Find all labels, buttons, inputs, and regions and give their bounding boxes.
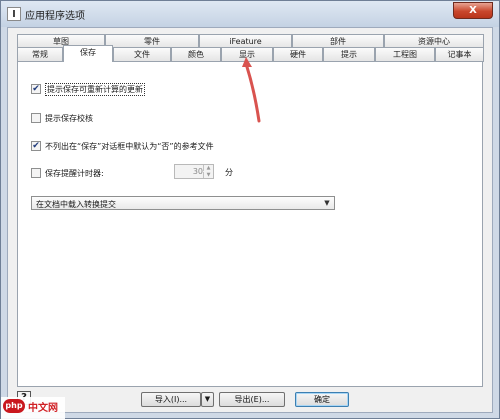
- save-tab-panel: [17, 61, 483, 387]
- watermark-text: 中文网: [28, 403, 58, 414]
- import-button[interactable]: 导入(I)...: [141, 392, 201, 407]
- tab-drawing[interactable]: 工程图: [375, 47, 435, 62]
- chevron-down-icon[interactable]: ▼: [322, 197, 332, 209]
- tab-prompts[interactable]: 提示: [323, 47, 375, 62]
- prompt-checkin-option[interactable]: 提示保存校核: [31, 112, 151, 126]
- application-options-window: I 应用程序选项 X 草图 零件 iFeature 部件 资源中心 常规 保存 …: [0, 0, 500, 419]
- tab-colors[interactable]: 颜色: [171, 47, 221, 62]
- title-bar: I 应用程序选项 X: [1, 1, 499, 27]
- tab-file[interactable]: 文件: [113, 47, 171, 62]
- tab-save[interactable]: 保存: [63, 45, 113, 62]
- site-watermark: php 中文网: [1, 397, 65, 419]
- prompt-checkin-label: 提示保存校核: [45, 114, 93, 123]
- save-reminder-label: 保存提醒计时器:: [45, 169, 104, 178]
- reminder-minutes-spinner[interactable]: 30 ▲ ▼: [174, 164, 214, 179]
- translation-commit-value: 在文档中载入转换提交: [36, 200, 116, 209]
- save-reminder-option[interactable]: 保存提醒计时器:: [31, 167, 161, 181]
- minutes-unit-label: 分: [225, 168, 233, 177]
- prompt-checkin-checkbox[interactable]: [31, 113, 41, 123]
- reminder-minutes-value: 30: [192, 167, 203, 176]
- exclude-ref-files-checkbox[interactable]: ✔: [31, 141, 41, 151]
- ok-button[interactable]: 确定: [295, 392, 349, 407]
- close-button[interactable]: X: [453, 2, 493, 19]
- php-logo: php: [3, 399, 25, 413]
- exclude-ref-files-option[interactable]: ✔ 不列出在“保存”对话框中默认为“否”的参考文件: [31, 140, 291, 154]
- export-button[interactable]: 导出(E)...: [219, 392, 285, 407]
- prompt-resave-option[interactable]: ✔ 提示保存可重新计算的更新: [31, 83, 231, 97]
- tab-display[interactable]: 显示: [221, 47, 273, 62]
- translation-commit-select[interactable]: 在文档中载入转换提交 ▼: [31, 196, 335, 210]
- exclude-ref-files-label: 不列出在“保存”对话框中默认为“否”的参考文件: [45, 142, 214, 151]
- tab-hardware[interactable]: 硬件: [273, 47, 323, 62]
- save-reminder-checkbox[interactable]: [31, 168, 41, 178]
- spin-down-icon[interactable]: ▼: [203, 172, 213, 178]
- prompt-resave-checkbox[interactable]: ✔: [31, 84, 41, 94]
- prompt-resave-label: 提示保存可重新计算的更新: [45, 83, 145, 96]
- spin-up-icon[interactable]: ▲: [203, 165, 213, 171]
- import-dropdown-icon[interactable]: ▼: [201, 392, 214, 407]
- window-title: 应用程序选项: [25, 11, 85, 22]
- tab-general[interactable]: 常规: [17, 47, 63, 62]
- tab-notebook[interactable]: 记事本: [435, 47, 484, 62]
- app-icon: I: [7, 7, 21, 21]
